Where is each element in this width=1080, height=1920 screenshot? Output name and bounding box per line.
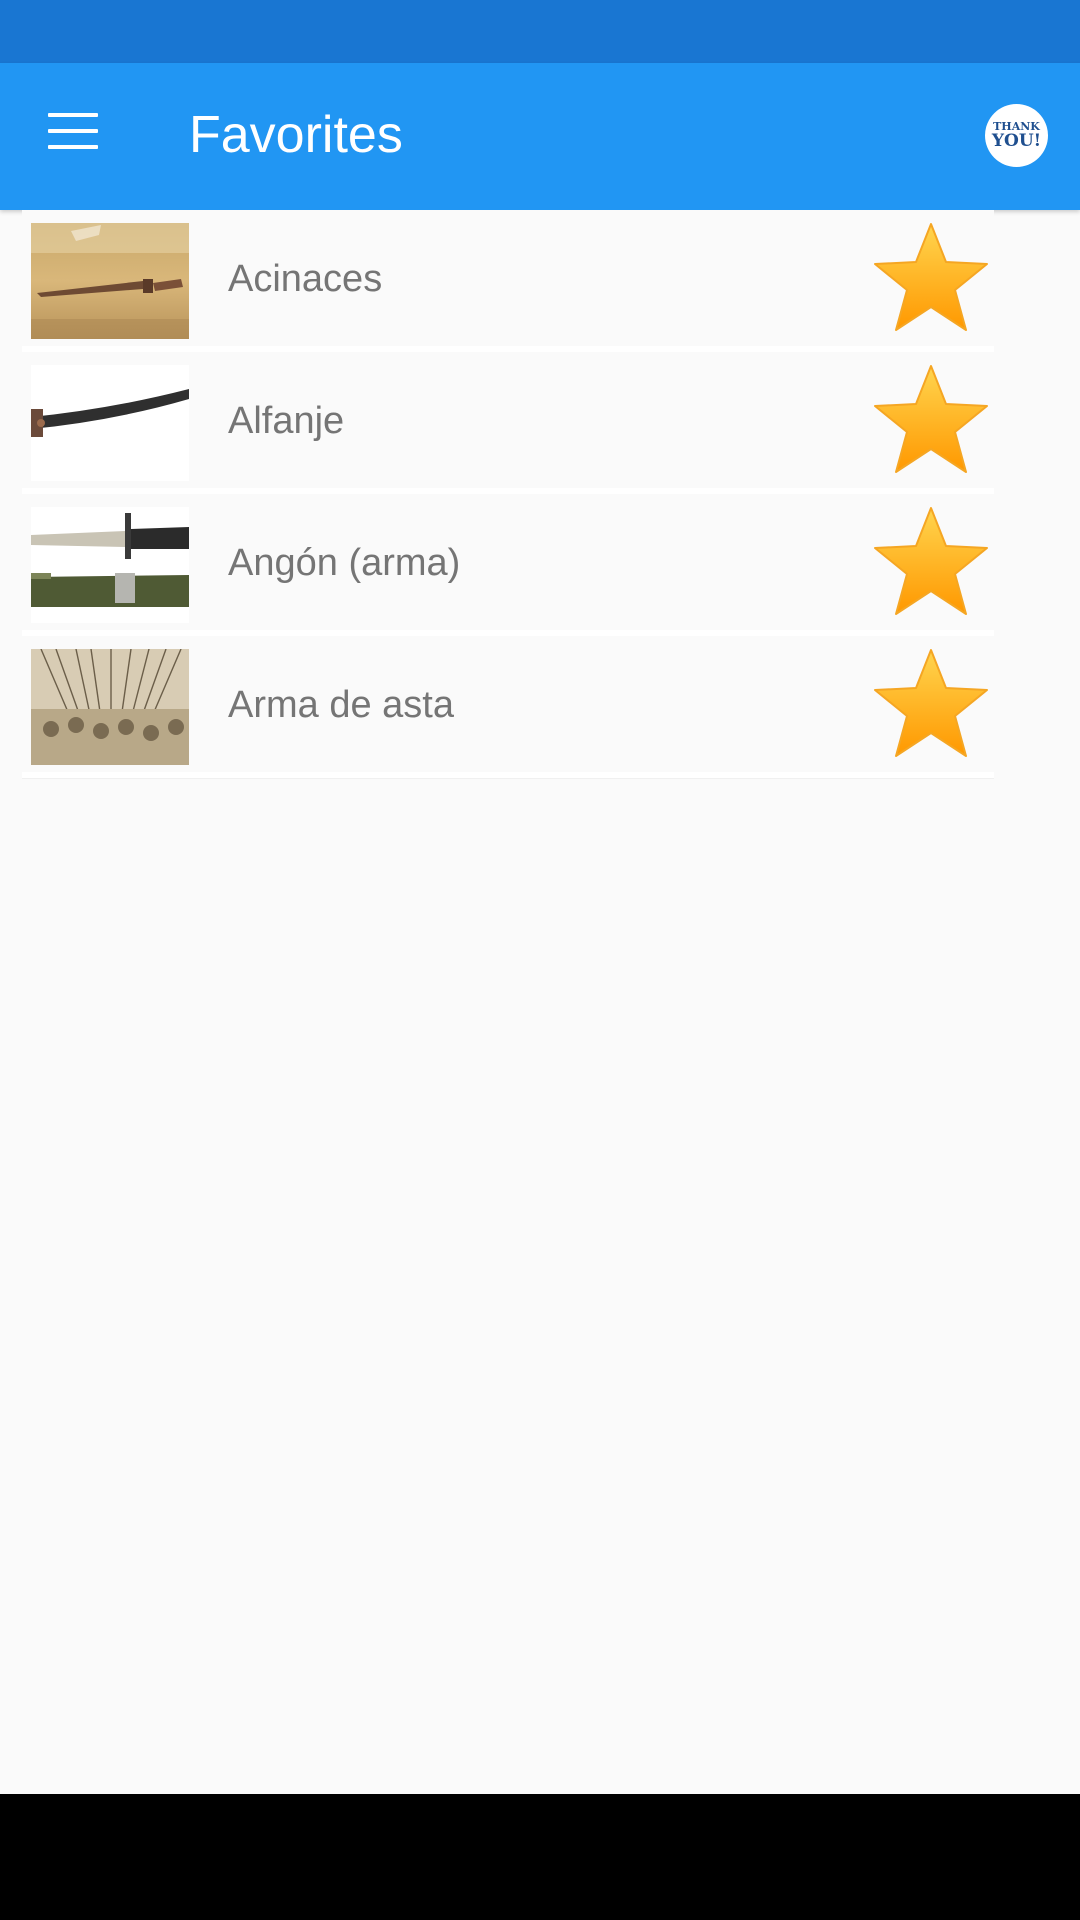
- curved-sword-thumbnail: [31, 365, 189, 481]
- star-icon[interactable]: [870, 220, 992, 336]
- list-item[interactable]: Alfanje: [22, 352, 994, 494]
- screen: Favorites THANK YOU! Acinaces Alfanje An…: [0, 0, 1080, 1920]
- thank-you-line2: YOU!: [991, 131, 1042, 151]
- list-item-label: Alfanje: [228, 400, 345, 442]
- list-item[interactable]: Acinaces: [22, 210, 994, 352]
- app-bar: Favorites THANK YOU!: [0, 63, 1080, 210]
- list-item-label: Arma de asta: [228, 684, 454, 726]
- list-item[interactable]: Angón (arma): [22, 494, 994, 636]
- bayonet-thumbnail: [31, 507, 189, 623]
- hamburger-menu-icon: [47, 113, 98, 149]
- status-bar: [0, 0, 1080, 63]
- star-icon[interactable]: [870, 504, 992, 620]
- navigation-bar: [0, 1794, 1080, 1920]
- list-item-label: Acinaces: [228, 258, 383, 300]
- thank-you-button[interactable]: THANK YOU!: [985, 104, 1048, 167]
- favorites-list: Acinaces Alfanje Angón (arma) Arma de as…: [22, 210, 994, 778]
- star-icon[interactable]: [870, 362, 992, 478]
- list-item[interactable]: Arma de asta: [22, 636, 994, 778]
- list-item-label: Angón (arma): [228, 542, 461, 584]
- menu-button[interactable]: [30, 96, 115, 166]
- dagger-thumbnail: [31, 223, 189, 339]
- page-title: Favorites: [189, 106, 403, 164]
- star-icon[interactable]: [870, 646, 992, 762]
- pikemen-thumbnail: [31, 649, 189, 765]
